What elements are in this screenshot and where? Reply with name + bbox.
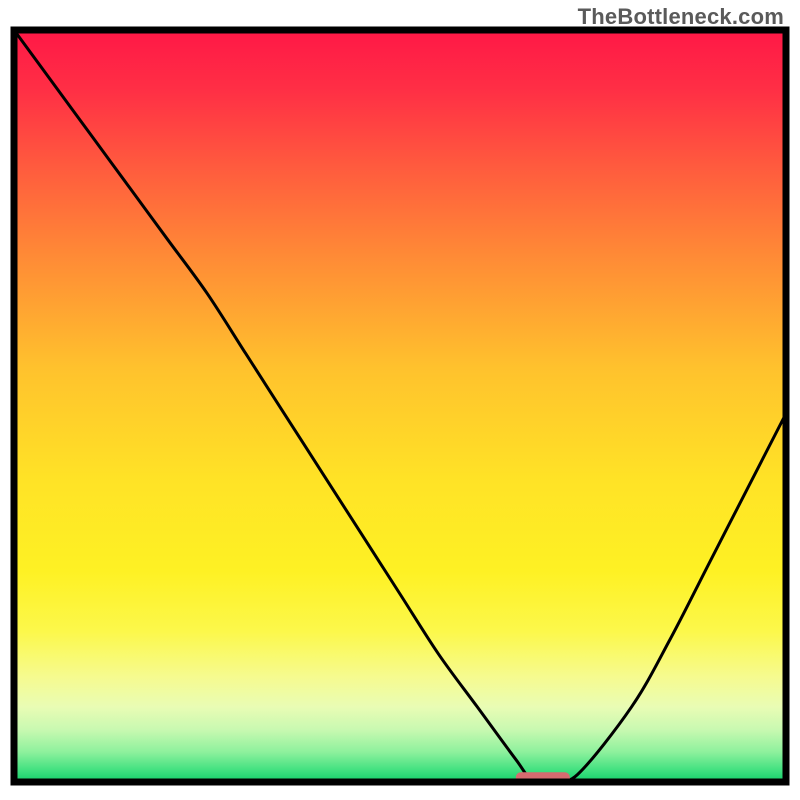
gradient-background — [14, 30, 786, 782]
chart-container: TheBottleneck.com — [0, 0, 800, 800]
watermark-text: TheBottleneck.com — [578, 4, 784, 30]
plot-area — [14, 30, 786, 784]
bottleneck-chart — [0, 0, 800, 800]
